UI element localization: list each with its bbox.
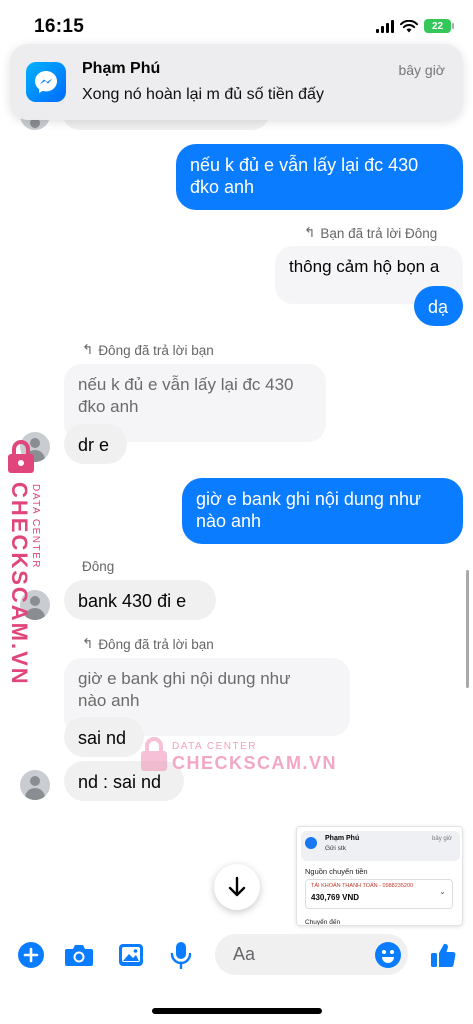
- watermark-lock-icon: [6, 440, 36, 474]
- message-text: thông cảm hộ bọn a: [289, 257, 440, 276]
- home-indicator: [152, 1008, 322, 1014]
- quoted-text: đko anh: [78, 397, 139, 416]
- message-text: đko anh: [190, 177, 255, 197]
- message-text: nào anh: [196, 511, 262, 531]
- quoted-text: nào anh: [78, 691, 140, 710]
- message-input-placeholder: Aa: [233, 944, 256, 964]
- reply-arrow-icon: ↰: [82, 636, 94, 651]
- image-attachment[interactable]: Phạm Phú Gửi stk bây giờ Nguồn chuyển ti…: [296, 826, 463, 926]
- reply-arrow-icon: ↰: [82, 342, 94, 357]
- notification-banner[interactable]: Phạm Phú bây giờ Xong nó hoàn lại m đủ s…: [10, 44, 463, 120]
- chevron-down-icon: ⌄: [439, 887, 446, 896]
- sender-name: Đông: [82, 559, 115, 574]
- watermark-brand: CHECKSCAM.VN: [7, 482, 32, 686]
- reply-label: ↰ Đông đã trả lời bạn: [82, 636, 214, 652]
- reply-label: ↰ Bạn đã trả lời Đông: [304, 225, 437, 241]
- camera-icon: [65, 945, 93, 966]
- message-text: sai nd: [78, 728, 127, 748]
- message-text: bank 430 đi e: [78, 591, 187, 611]
- incoming-message[interactable]: dr e: [64, 424, 127, 464]
- reply-label-text: Đông đã trả lời bạn: [98, 342, 214, 358]
- message-text: dr e: [78, 435, 110, 455]
- emoji-button[interactable]: [373, 940, 403, 970]
- watermark-brand: CHECKSCAM.VN: [172, 753, 338, 773]
- messenger-icon: [26, 62, 66, 102]
- message-text: dạ: [428, 297, 449, 317]
- watermark-sub: DATA CENTER: [30, 484, 41, 570]
- camera-button[interactable]: [64, 940, 94, 970]
- image-icon: [119, 944, 143, 966]
- plus-icon: [18, 942, 44, 968]
- signal-icon: [376, 19, 394, 33]
- voice-button[interactable]: [166, 940, 196, 970]
- avatar[interactable]: [20, 770, 50, 800]
- thumb-account: TÀI KHOẢN THANH TOÁN - 0988235200: [311, 883, 414, 889]
- messenger-icon: [305, 837, 317, 849]
- status-time: 16:15: [34, 16, 85, 37]
- like-button[interactable]: [428, 940, 458, 970]
- thumb-time: bây giờ: [432, 836, 452, 842]
- notification-message: Xong nó hoàn lại m đủ số tiền đấy: [82, 86, 324, 103]
- status-icons: 22: [376, 19, 454, 33]
- outgoing-message[interactable]: giờ e bank ghi nội dung như nào anh: [182, 478, 463, 544]
- notification-title: Phạm Phú: [82, 60, 161, 77]
- reply-label: ↰ Đông đã trả lời bạn: [82, 342, 214, 358]
- watermark-sub: DATA CENTER: [172, 741, 258, 752]
- thumb-heading: Nguồn chuyển tiền: [305, 867, 368, 876]
- thumb-amount: 430,769 VND: [311, 893, 360, 902]
- scrollbar[interactable]: [466, 570, 469, 688]
- outgoing-message[interactable]: dạ: [414, 286, 463, 326]
- wifi-icon: [400, 19, 418, 32]
- message-text: nd : sai nd: [78, 772, 162, 792]
- reply-label-text: Đông đã trả lời bạn: [98, 636, 214, 652]
- reply-label-text: Bạn đã trả lời Đông: [320, 225, 438, 241]
- quoted-text: nếu k đủ e vẫn lấy lại đc 430: [78, 375, 294, 394]
- message-text: giờ e bank ghi nội dung như: [196, 489, 422, 509]
- incoming-message[interactable]: sai nd: [64, 717, 144, 757]
- thumb-message: Gửi stk: [325, 845, 346, 852]
- like-icon: [431, 943, 456, 967]
- battery-icon: 22: [424, 19, 454, 33]
- emoji-icon: [375, 942, 401, 968]
- watermark-lock-icon: [140, 736, 168, 772]
- scroll-to-bottom-button[interactable]: [214, 864, 260, 910]
- outgoing-message[interactable]: nếu k đủ e vẫn lấy lại đc 430 đko anh: [176, 144, 463, 210]
- thumb-name: Phạm Phú: [325, 835, 360, 842]
- plus-button[interactable]: [16, 940, 46, 970]
- quoted-text: giờ e bank ghi nội dung như: [78, 669, 291, 688]
- message-text: nếu k đủ e vẫn lấy lại đc 430: [190, 155, 419, 175]
- incoming-message[interactable]: bank 430 đi e: [64, 580, 216, 620]
- thumb-heading-2: Chuyển đến: [305, 919, 341, 926]
- microphone-icon: [170, 942, 192, 969]
- arrow-down-icon: [228, 876, 246, 897]
- reply-arrow-icon: ↰: [304, 225, 316, 240]
- gallery-button[interactable]: [116, 940, 146, 970]
- notification-time: bây giờ: [398, 62, 445, 78]
